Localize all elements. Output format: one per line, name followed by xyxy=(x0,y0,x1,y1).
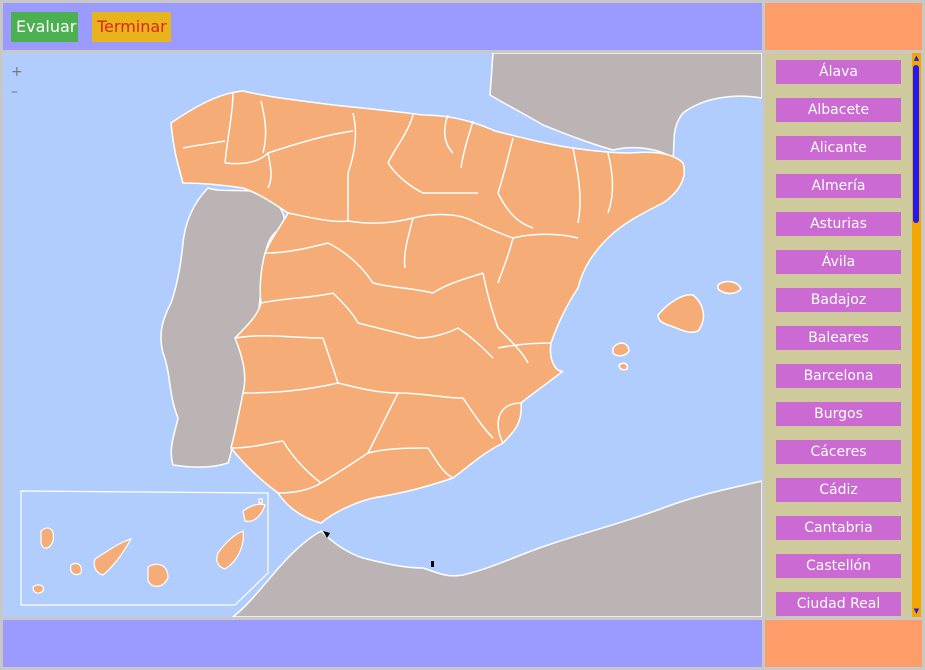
province-button[interactable]: Castellón xyxy=(776,554,901,578)
top-toolbar: Evaluar Terminar xyxy=(3,3,762,50)
province-button[interactable]: Almería xyxy=(776,174,901,198)
province-button[interactable]: Asturias xyxy=(776,212,901,236)
province-button[interactable]: Baleares xyxy=(776,326,901,350)
province-button[interactable]: Badajoz xyxy=(776,288,901,312)
evaluate-button[interactable]: Evaluar xyxy=(11,12,78,42)
scroll-down-icon[interactable]: ▼ xyxy=(912,607,921,616)
province-button[interactable]: Burgos xyxy=(776,402,901,426)
province-button[interactable]: Cádiz xyxy=(776,478,901,502)
province-button[interactable]: Ciudad Real xyxy=(776,592,901,616)
scrollbar[interactable]: ▲ ▼ xyxy=(912,53,921,617)
bottom-bar xyxy=(3,620,762,667)
ibiza[interactable] xyxy=(612,342,630,357)
spain-map[interactable] xyxy=(3,53,762,617)
province-button[interactable]: Cáceres xyxy=(776,440,901,464)
formentera[interactable] xyxy=(618,362,629,371)
scrollbar-thumb[interactable] xyxy=(913,65,919,223)
province-button[interactable]: Alicante xyxy=(776,136,901,160)
province-list-panel[interactable]: Álava Albacete Alicante Almería Asturias Ávil… xyxy=(765,53,922,617)
province-button[interactable]: Albacete xyxy=(776,98,901,122)
zoom-out-button[interactable]: – xyxy=(11,85,18,99)
top-right-panel xyxy=(765,3,922,50)
melilla[interactable] xyxy=(431,561,434,567)
scroll-up-icon[interactable]: ▲ xyxy=(912,54,921,63)
province-button[interactable]: Álava xyxy=(776,60,901,84)
menorca[interactable] xyxy=(717,280,742,295)
province-button[interactable]: Barcelona xyxy=(776,364,901,388)
province-button[interactable]: Cantabria xyxy=(776,516,901,540)
canary-islands[interactable] xyxy=(32,498,266,594)
finish-button[interactable]: Terminar xyxy=(92,12,171,42)
zoom-in-button[interactable]: + xyxy=(11,65,23,79)
bottom-right-panel xyxy=(765,620,922,667)
map-area[interactable]: + – xyxy=(3,53,762,617)
province-button[interactable]: Ávila xyxy=(776,250,901,274)
mallorca[interactable] xyxy=(657,294,705,333)
